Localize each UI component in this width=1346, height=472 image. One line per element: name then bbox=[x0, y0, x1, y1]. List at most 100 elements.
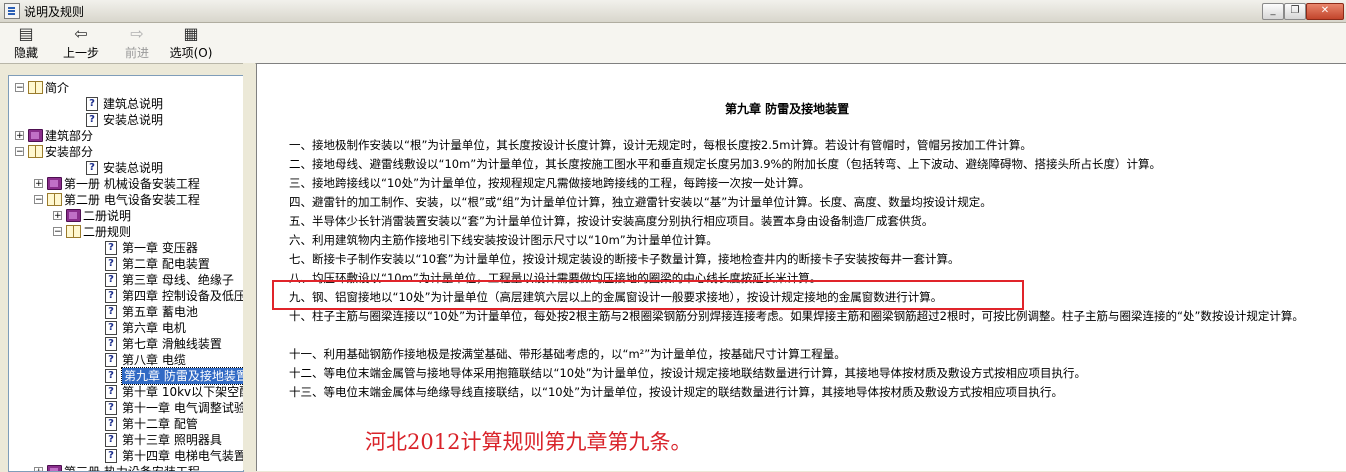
tree-item[interactable]: ? 第十章 10kv以下架空配电 bbox=[9, 384, 243, 400]
tree-item-label[interactable]: 第六章 电机 bbox=[122, 320, 186, 336]
tree-item[interactable]: ? 第九章 防雷及接地装置 bbox=[9, 367, 243, 385]
help-page-icon: ? bbox=[105, 385, 117, 399]
options-button[interactable]: ▦ 选项(O) bbox=[168, 25, 214, 61]
expand-icon[interactable]: + bbox=[34, 179, 43, 189]
rule-paragraph: 三、接地跨接线以“10处”为计量单位，按规程规定凡需做接地跨接线的工程，每跨接一… bbox=[289, 176, 811, 190]
tree-item[interactable]: + 第一册 机械设备安装工程 bbox=[9, 176, 243, 192]
tree-item-label[interactable]: 第十四章 电梯电气装置 bbox=[122, 448, 243, 464]
tree-item[interactable]: ? 第十一章 电气调整试验 bbox=[9, 400, 243, 416]
tree-item-label[interactable]: 第三册 热力设备安装工程 bbox=[64, 464, 200, 471]
rule-paragraph: 十三、等电位末端金属体与绝缘导线直接联结，以“10处”为计量单位，按设计规定的联… bbox=[289, 385, 1064, 399]
tree-item-label[interactable]: 第十二章 配管 bbox=[122, 416, 198, 432]
restore-button[interactable]: ❐ bbox=[1284, 3, 1306, 20]
tree-item-label[interactable]: 第十一章 电气调整试验 bbox=[122, 400, 243, 416]
tree-item[interactable]: + 第三册 热力设备安装工程 bbox=[9, 464, 243, 471]
tree-item-label[interactable]: 第八章 电缆 bbox=[122, 352, 186, 368]
help-page-icon: ? bbox=[105, 289, 117, 303]
help-page-icon: ? bbox=[105, 449, 117, 463]
help-page-icon: ? bbox=[105, 401, 117, 415]
pane-splitter[interactable] bbox=[243, 63, 255, 470]
tree-item-label[interactable]: 第三章 母线、绝缘子 bbox=[122, 272, 234, 288]
help-page-icon: ? bbox=[105, 321, 117, 335]
tree-item-label[interactable]: 第二章 配电装置 bbox=[122, 256, 210, 272]
tree-item-label-selected[interactable]: 第九章 防雷及接地装置 bbox=[121, 367, 243, 385]
tree-item-label[interactable]: 第十三章 照明器具 bbox=[122, 432, 222, 448]
collapse-icon[interactable]: − bbox=[34, 195, 43, 205]
back-arrow-icon: ⇦ bbox=[74, 24, 88, 43]
tree-item-label[interactable]: 简介 bbox=[45, 80, 69, 96]
tree-item[interactable]: + 建筑部分 bbox=[9, 128, 243, 144]
tree-item-label[interactable]: 第二册 电气设备安装工程 bbox=[64, 192, 200, 208]
expand-icon[interactable]: + bbox=[53, 211, 62, 221]
collapse-icon[interactable]: − bbox=[15, 83, 24, 93]
rule-paragraph: 十一、利用基础钢筋作接地极是按满堂基础、带形基础考虑的，以“m²”为计量单位，按… bbox=[289, 347, 846, 361]
collapse-icon[interactable]: − bbox=[53, 227, 62, 237]
forward-button[interactable]: ⇨ 前进 bbox=[120, 25, 154, 61]
collapse-icon[interactable]: − bbox=[15, 147, 24, 157]
help-page-icon: ? bbox=[105, 417, 117, 431]
tree-item[interactable]: ? 第十四章 电梯电气装置 bbox=[9, 448, 243, 464]
tree-item[interactable]: ? 第八章 电缆 bbox=[9, 352, 243, 368]
close-button[interactable]: ✕ bbox=[1306, 3, 1344, 20]
document-pane: 第九章 防雷及接地装置 一、接地极制作安装以“根”为计量单位，其长度按设计长度计… bbox=[256, 63, 1346, 471]
tree-item[interactable]: ? 第六章 电机 bbox=[9, 320, 243, 336]
tree-item-label[interactable]: 第四章 控制设备及低压电 bbox=[122, 288, 243, 304]
tree-item[interactable]: ? 建筑总说明 bbox=[9, 96, 243, 112]
book-open-icon bbox=[28, 145, 43, 158]
tree-item-label[interactable]: 第一册 机械设备安装工程 bbox=[64, 176, 200, 192]
rule-paragraph: 十、柱子主筋与圈梁连接以“10处”为计量单位，每处按2根主筋与2根圈梁钢筋分别焊… bbox=[289, 309, 1304, 323]
hide-icon: ▤ bbox=[18, 24, 34, 43]
help-page-icon: ? bbox=[86, 113, 98, 127]
rule-paragraph: 五、半导体少长针消雷装置安装以“套”为计量单位计算，按设计安装高度分别执行相应项… bbox=[289, 214, 934, 228]
tree-item[interactable]: − 二册规则 bbox=[9, 224, 243, 240]
help-page-icon: ? bbox=[105, 273, 117, 287]
tree-item[interactable]: + 二册说明 bbox=[9, 208, 243, 224]
contents-tree[interactable]: − 简介? 建筑总说明? 安装总说明 + 建筑部分 − 安装部分? 安装总说明 + 第一册 机械设备… bbox=[8, 75, 244, 472]
tree-item[interactable]: ? 第四章 控制设备及低压电 bbox=[9, 288, 243, 304]
tree-item-label[interactable]: 第十章 10kv以下架空配电 bbox=[122, 384, 243, 400]
tree-item[interactable]: ? 第十三章 照明器具 bbox=[9, 432, 243, 448]
help-page-icon: ? bbox=[105, 241, 117, 255]
rule-paragraph: 一、接地极制作安装以“根”为计量单位，其长度按设计长度计算，设计无规定时，每根长… bbox=[289, 138, 1032, 152]
tree-item-label[interactable]: 安装部分 bbox=[45, 144, 93, 160]
hide-button[interactable]: ▤ 隐藏 bbox=[10, 25, 42, 61]
tree-item-label[interactable]: 建筑总说明 bbox=[103, 96, 163, 112]
book-open-icon bbox=[47, 193, 62, 206]
help-page-icon: ? bbox=[86, 97, 98, 111]
tree-item-label[interactable]: 安装总说明 bbox=[103, 160, 163, 176]
book-open-icon bbox=[28, 81, 43, 94]
app-icon bbox=[4, 3, 20, 19]
tree-item[interactable]: ? 安装总说明 bbox=[9, 160, 243, 176]
expand-icon[interactable]: + bbox=[15, 131, 24, 141]
tree-item[interactable]: ? 第五章 蓄电池 bbox=[9, 304, 243, 320]
tree-item-label[interactable]: 第一章 变压器 bbox=[122, 240, 198, 256]
red-highlight-box bbox=[272, 280, 1024, 310]
book-closed-icon bbox=[47, 465, 62, 471]
back-button[interactable]: ⇦ 上一步 bbox=[60, 25, 102, 61]
tree-item[interactable]: ? 第七章 滑触线装置 bbox=[9, 336, 243, 352]
rule-paragraph: 七、断接卡子制作安装以“10套”为计量单位，按设计规定装设的断接卡子数量计算，接… bbox=[289, 252, 960, 266]
help-page-icon: ? bbox=[105, 353, 117, 367]
tree-item[interactable]: ? 第一章 变压器 bbox=[9, 240, 243, 256]
tree-item[interactable]: ? 第十二章 配管 bbox=[9, 416, 243, 432]
annotation-text: 河北2012计算规则第九章第九条。 bbox=[365, 430, 692, 454]
help-page-icon: ? bbox=[105, 257, 117, 271]
tree-item[interactable]: − 简介 bbox=[9, 80, 243, 96]
rule-paragraph: 六、利用建筑物内主筋作接地引下线安装按设计图示尺寸以“10m”为计量单位计算。 bbox=[289, 233, 718, 247]
tree-item-label[interactable]: 第七章 滑触线装置 bbox=[122, 336, 222, 352]
tree-item-label[interactable]: 第五章 蓄电池 bbox=[122, 304, 198, 320]
tree-item[interactable]: ? 第三章 母线、绝缘子 bbox=[9, 272, 243, 288]
tree-item-label[interactable]: 二册说明 bbox=[83, 208, 131, 224]
minimize-button[interactable]: _ bbox=[1262, 3, 1284, 20]
tree-item-label[interactable]: 二册规则 bbox=[83, 224, 131, 240]
tree-item[interactable]: ? 安装总说明 bbox=[9, 112, 243, 128]
window-title: 说明及规则 bbox=[24, 5, 85, 19]
help-page-icon: ? bbox=[105, 305, 117, 319]
tree-item-label[interactable]: 安装总说明 bbox=[103, 112, 163, 128]
tree-item[interactable]: ? 第二章 配电装置 bbox=[9, 256, 243, 272]
book-closed-icon bbox=[66, 209, 81, 222]
tree-item[interactable]: − 第二册 电气设备安装工程 bbox=[9, 192, 243, 208]
toolbar: ▤ 隐藏 ⇦ 上一步 ⇨ 前进 ▦ 选项(O) bbox=[0, 23, 1346, 64]
tree-item-label[interactable]: 建筑部分 bbox=[45, 128, 93, 144]
tree-item[interactable]: − 安装部分 bbox=[9, 144, 243, 160]
